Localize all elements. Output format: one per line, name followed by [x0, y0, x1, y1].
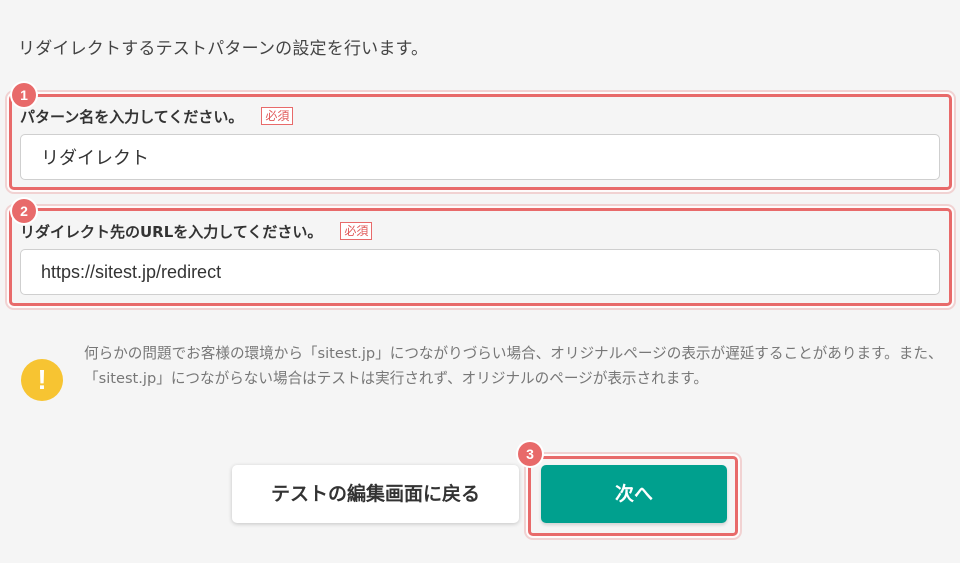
exclamation-icon: ! [21, 359, 63, 401]
pattern-name-label: パターン名を入力してください。 必須 [20, 106, 294, 127]
back-to-edit-button[interactable]: テストの編集画面に戻る [232, 465, 519, 523]
required-badge: 必須 [340, 222, 373, 240]
step-badge-1: 1 [12, 83, 36, 107]
step-badge-2: 2 [12, 199, 36, 223]
notice-text: 何らかの問題でお客様の環境から「sitest.jp」につながりづらい場合、オリジ… [84, 345, 943, 387]
page-intro: リダイレクトするテストパターンの設定を行います。 [18, 39, 429, 59]
pattern-name-input[interactable] [20, 134, 940, 180]
pattern-name-label-text: パターン名を入力してください。 [20, 108, 244, 126]
next-button[interactable]: 次へ [541, 465, 727, 523]
redirect-url-label-text: リダイレクト先のURLを入力してください。 [20, 223, 323, 241]
redirect-url-input[interactable] [20, 249, 940, 295]
redirect-url-label: リダイレクト先のURLを入力してください。 必須 [20, 221, 373, 242]
step-badge-3: 3 [518, 442, 542, 466]
required-badge: 必須 [261, 107, 294, 125]
